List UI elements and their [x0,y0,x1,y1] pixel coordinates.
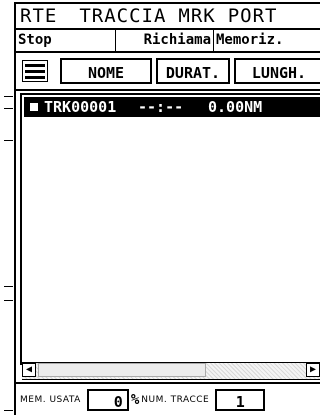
menu-port[interactable]: PORT [222,5,284,27]
track-marker-icon [30,103,38,111]
track-row[interactable]: TRK00001 --:-- 0.00NM [24,97,320,117]
menu-bar: RTE TRACCIA MRK PORT [16,4,320,30]
menu-traccia[interactable]: TRACCIA [73,5,172,27]
page-margin-strip [0,0,14,417]
status-bar: MEM. USATA 0 % NUM. TRACCE 1 [16,382,320,415]
mem-used-value: 0 [86,388,129,411]
recall-button[interactable]: Richiama [116,30,214,51]
column-duration[interactable]: DURAT. [156,58,230,84]
track-count-value: 1 [215,388,266,411]
track-count-label: NUM. TRACCE [141,394,210,405]
track-length: 0.00NM [208,98,263,116]
track-name: TRK00001 [44,98,117,116]
track-window: RTE TRACCIA MRK PORT Stop Richiama Memor… [14,2,320,415]
memorize-button[interactable]: Memoriz. [214,30,320,51]
mem-used-unit: % [130,391,140,408]
track-duration: --:-- [138,98,184,116]
mem-used-label: MEM. USATA [20,394,81,405]
menu-rte[interactable]: RTE [16,5,73,27]
arrow-left-icon[interactable]: ◀ [22,363,36,377]
horizontal-scrollbar[interactable]: ◀ ▶ [22,362,320,380]
arrow-right-icon[interactable]: ▶ [306,363,320,377]
scroll-thumb[interactable] [38,363,206,377]
column-header: NOME DURAT. LUNGH. [16,53,320,91]
list-view-icon[interactable] [22,60,48,82]
stop-button[interactable]: Stop [16,30,116,51]
menu-mrk[interactable]: MRK [172,5,221,27]
column-name[interactable]: NOME [60,58,152,84]
command-bar: Stop Richiama Memoriz. [16,30,320,53]
column-length[interactable]: LUNGH. [234,58,320,84]
track-list: TRK00001 --:-- 0.00NM [20,93,320,365]
